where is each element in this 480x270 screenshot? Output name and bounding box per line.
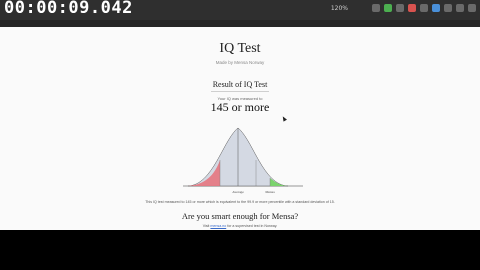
mensa-visit-line: Visit mensa.no for a supervised test in … bbox=[0, 224, 480, 228]
average-label: Average bbox=[232, 190, 244, 194]
page-subtitle: Made by Mensa Norway bbox=[215, 60, 265, 65]
toolbar-icons bbox=[372, 4, 476, 12]
star-icon[interactable] bbox=[372, 4, 380, 12]
browser-toolbar: 00:00:09.042 120% bbox=[0, 0, 480, 20]
bell-curve-chart: Average Mensa bbox=[183, 127, 303, 194]
bottom-letterbox bbox=[0, 230, 480, 270]
zoom-readout: 120% bbox=[330, 5, 348, 12]
webpage: IQ Test Made by Mensa Norway Result of I… bbox=[0, 27, 480, 230]
mensa-label: Mensa bbox=[265, 190, 275, 194]
record-icon[interactable] bbox=[408, 4, 416, 12]
settings-icon[interactable] bbox=[456, 4, 464, 12]
recording-timer: 00:00:09.042 bbox=[4, 0, 133, 18]
result-explanation: This IQ test measured to 145 or more whi… bbox=[145, 200, 335, 204]
puzzle-icon[interactable] bbox=[396, 4, 404, 12]
mensa-heading: Are you smart enough for Mensa? bbox=[181, 211, 299, 221]
menu-icon[interactable] bbox=[444, 4, 452, 12]
bookmarks-bar bbox=[0, 20, 480, 27]
mensa-link[interactable]: mensa.no bbox=[210, 224, 226, 228]
download-icon[interactable] bbox=[420, 4, 428, 12]
result-divider bbox=[211, 91, 269, 92]
profile-icon[interactable] bbox=[432, 4, 440, 12]
page-title: IQ Test bbox=[219, 41, 261, 56]
more-icon[interactable] bbox=[468, 4, 476, 12]
mensa-prefix: Visit bbox=[202, 224, 210, 228]
extension-icon[interactable] bbox=[384, 4, 392, 12]
mensa-suffix: for a supervised test in Norway. bbox=[227, 224, 278, 228]
result-heading: Result of IQ Test bbox=[212, 80, 268, 89]
iq-score: 145 or more bbox=[210, 100, 270, 114]
